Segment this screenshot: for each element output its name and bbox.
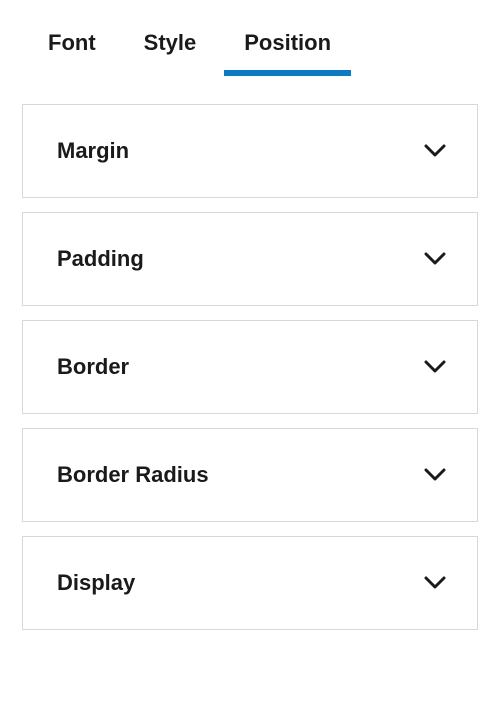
tab-font[interactable]: Font bbox=[48, 30, 96, 74]
panel-border[interactable]: Border bbox=[22, 320, 478, 414]
panel-margin[interactable]: Margin bbox=[22, 104, 478, 198]
panel-label: Margin bbox=[57, 138, 129, 164]
panel-padding[interactable]: Padding bbox=[22, 212, 478, 306]
panels-container: Margin Padding Border Border Radius Disp… bbox=[0, 74, 500, 630]
chevron-down-icon bbox=[423, 355, 447, 379]
panel-label: Display bbox=[57, 570, 135, 596]
chevron-down-icon bbox=[423, 247, 447, 271]
panel-label: Border bbox=[57, 354, 129, 380]
panel-display[interactable]: Display bbox=[22, 536, 478, 630]
panel-border-radius[interactable]: Border Radius bbox=[22, 428, 478, 522]
chevron-down-icon bbox=[423, 571, 447, 595]
chevron-down-icon bbox=[423, 463, 447, 487]
tab-style[interactable]: Style bbox=[144, 30, 197, 74]
panel-label: Padding bbox=[57, 246, 144, 272]
tabs-container: Font Style Position bbox=[0, 0, 500, 74]
panel-label: Border Radius bbox=[57, 462, 209, 488]
tab-position[interactable]: Position bbox=[244, 30, 331, 74]
chevron-down-icon bbox=[423, 139, 447, 163]
